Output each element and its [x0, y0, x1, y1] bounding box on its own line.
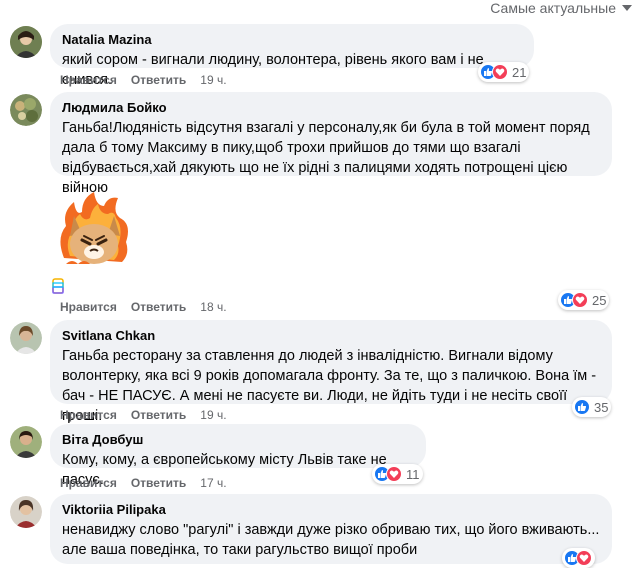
- love-reaction-icon: [492, 64, 508, 80]
- reaction-summary[interactable]: 21: [478, 62, 530, 82]
- timestamp[interactable]: 18 ч.: [200, 300, 226, 314]
- love-reaction-icon: [386, 466, 402, 482]
- comment-actions: Нравится Ответить 18 ч.: [60, 300, 227, 314]
- like-reaction-icon: [574, 399, 590, 415]
- reaction-count: 11: [406, 466, 420, 482]
- avatar[interactable]: [10, 94, 42, 126]
- reaction-summary[interactable]: 35: [572, 397, 612, 417]
- comment-bubble: Natalia Mazina який сором - вигнали люди…: [50, 24, 534, 88]
- reaction-summary[interactable]: [562, 548, 595, 568]
- reply-button[interactable]: Ответить: [131, 408, 186, 422]
- comment-bubble: Людмила Бойко Ганьба!Людяність відсутня …: [50, 92, 612, 196]
- comment-bubble: Svitlana Chkan Ганьба ресторану за ставл…: [50, 320, 612, 424]
- comment-actions: Нравится Ответить 19 ч.: [60, 408, 227, 422]
- author-name[interactable]: Natalia Mazina: [62, 32, 522, 48]
- love-reaction-icon: [572, 292, 588, 308]
- like-button[interactable]: Нравится: [60, 476, 117, 490]
- sort-label: Самые актуальные: [490, 0, 616, 16]
- chevron-down-icon: [622, 5, 632, 11]
- sticker-badge-icon: [52, 278, 64, 299]
- love-reaction-icon: [576, 550, 592, 566]
- author-name[interactable]: Viktoriia Pilipaka: [62, 502, 600, 518]
- reply-button[interactable]: Ответить: [131, 300, 186, 314]
- avatar[interactable]: [10, 322, 42, 354]
- timestamp[interactable]: 17 ч.: [200, 476, 226, 490]
- like-button[interactable]: Нравится: [60, 408, 117, 422]
- author-name[interactable]: Віта Довбуш: [62, 432, 414, 448]
- author-name[interactable]: Svitlana Chkan: [62, 328, 600, 344]
- like-button[interactable]: Нравится: [60, 300, 117, 314]
- reaction-summary[interactable]: 11: [372, 464, 423, 484]
- comment-bubble: Viktoriia Pilipaka ненавиджу слово "рагу…: [50, 494, 612, 564]
- avatar[interactable]: [10, 426, 42, 458]
- timestamp[interactable]: 19 ч.: [200, 73, 226, 87]
- reaction-count: 21: [512, 64, 527, 80]
- timestamp[interactable]: 19 ч.: [200, 408, 226, 422]
- comment-bubble: Віта Довбуш Кому, кому, а європейському …: [50, 424, 426, 488]
- sort-dropdown[interactable]: Самые актуальные: [490, 0, 632, 16]
- reaction-count: 35: [594, 399, 609, 415]
- like-button[interactable]: Нравится: [60, 73, 117, 87]
- avatar[interactable]: [10, 26, 42, 58]
- comment-actions: Нравится Ответить 19 ч.: [60, 73, 227, 87]
- reply-button[interactable]: Ответить: [131, 476, 186, 490]
- comment-text: Ганьба!Людяність відсутня взагалі у перс…: [62, 120, 590, 196]
- reply-button[interactable]: Ответить: [131, 73, 186, 87]
- angry-cat-sticker[interactable]: [52, 188, 136, 272]
- comment-actions: Нравится Ответить 17 ч.: [60, 476, 227, 490]
- author-name[interactable]: Людмила Бойко: [62, 100, 600, 116]
- reaction-summary[interactable]: 25: [558, 290, 610, 310]
- comment-text: ненавиджу слово "рагулі" і завжди дуже р…: [62, 522, 600, 558]
- reaction-count: 25: [592, 292, 607, 308]
- avatar[interactable]: [10, 496, 42, 528]
